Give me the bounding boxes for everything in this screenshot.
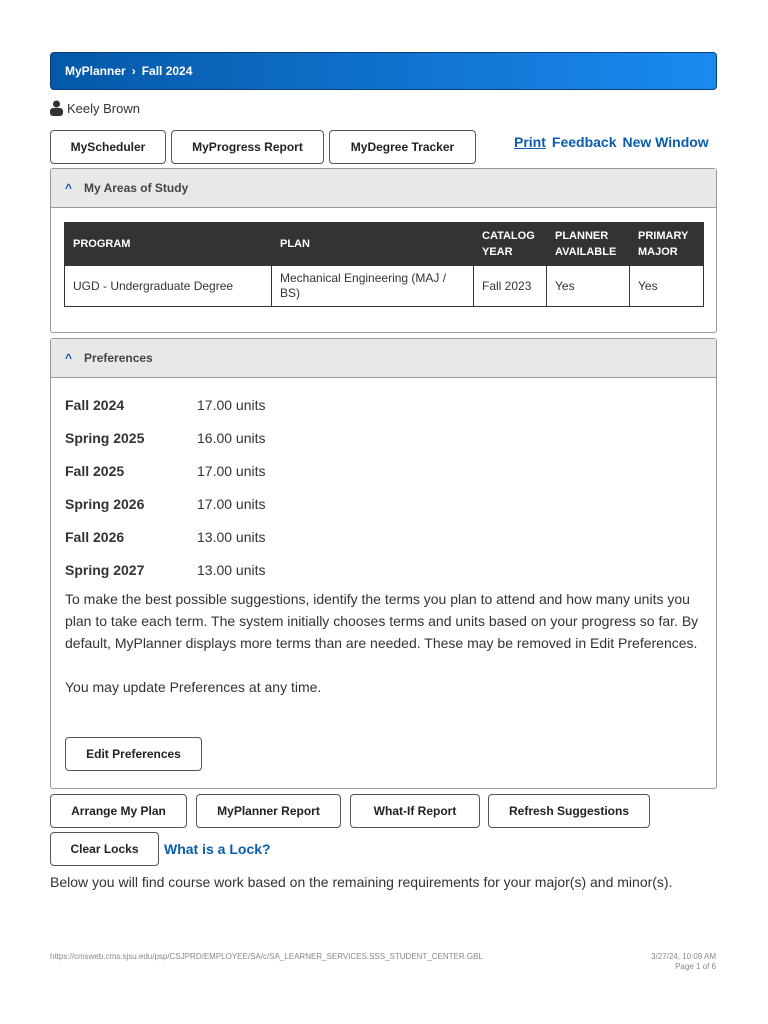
term-units: 16.00 units xyxy=(197,429,266,446)
user-info: Keely Brown xyxy=(50,100,140,116)
myplanner-report-button[interactable]: MyPlanner Report xyxy=(196,794,341,828)
table-header-row: PROGRAM PLAN CATALOG YEAR PLANNER AVAILA… xyxy=(64,222,704,266)
areas-of-study-header[interactable]: ^ My Areas of Study xyxy=(51,169,716,208)
cell-plan: Mechanical Engineering (MAJ / BS) xyxy=(271,265,474,307)
term-preference-row: Spring 2026 17.00 units xyxy=(51,487,716,520)
feedback-link[interactable]: Feedback xyxy=(552,134,617,150)
footer-datetime: 3/27/24, 10:09 AM xyxy=(651,952,716,961)
preferences-panel: ^ Preferences Fall 2024 17.00 units Spring… xyxy=(50,338,717,789)
user-name: Keely Brown xyxy=(67,100,140,116)
term-preference-row: Spring 2027 13.00 units xyxy=(51,553,716,586)
term-preference-row: Fall 2024 17.00 units xyxy=(51,388,716,421)
remaining-requirements-text: Below you will find course work based on… xyxy=(50,874,673,890)
mydegree-tracker-button[interactable]: MyDegree Tracker xyxy=(329,130,476,164)
term-preference-row: Spring 2025 16.00 units xyxy=(51,421,716,454)
term-name: Fall 2025 xyxy=(65,462,125,479)
col-plan: PLAN xyxy=(271,222,474,266)
col-planner-available: PLANNER AVAILABLE xyxy=(546,222,630,266)
chevron-up-icon: ^ xyxy=(65,351,73,365)
cell-primary-major: Yes xyxy=(629,265,704,307)
preferences-header[interactable]: ^ Preferences xyxy=(51,339,716,378)
areas-of-study-panel: ^ My Areas of Study PROGRAM PLAN CATALOG… xyxy=(50,168,717,333)
print-link[interactable]: Print xyxy=(514,134,546,150)
term-preference-row: Fall 2026 13.00 units xyxy=(51,520,716,553)
preferences-info: To make the best possible suggestions, i… xyxy=(65,591,699,651)
term-units: 13.00 units xyxy=(197,561,266,578)
cell-planner-available: Yes xyxy=(546,265,630,307)
term-name: Spring 2025 xyxy=(65,429,145,446)
term-name: Fall 2026 xyxy=(65,528,125,545)
chevron-up-icon: ^ xyxy=(65,181,73,195)
term-units: 17.00 units xyxy=(197,396,266,413)
arrange-my-plan-button[interactable]: Arrange My Plan xyxy=(50,794,187,828)
col-program: PROGRAM xyxy=(64,222,272,266)
col-catalog-year: CATALOG YEAR xyxy=(473,222,547,266)
what-is-a-lock-link[interactable]: What is a Lock? xyxy=(164,841,271,857)
chevron-right-icon: › xyxy=(131,64,136,78)
term-name: Spring 2027 xyxy=(65,561,145,578)
footer-page: Page 1 of 6 xyxy=(675,962,716,971)
cell-program: UGD - Undergraduate Degree xyxy=(64,265,272,307)
col-primary-major: PRIMARY MAJOR xyxy=(629,222,704,266)
myprogress-report-button[interactable]: MyProgress Report xyxy=(171,130,324,164)
preferences-title: Preferences xyxy=(84,351,153,365)
areas-table: PROGRAM PLAN CATALOG YEAR PLANNER AVAILA… xyxy=(64,222,704,307)
cell-catalog-year: Fall 2023 xyxy=(473,265,547,307)
what-if-report-button[interactable]: What-If Report xyxy=(350,794,480,828)
preferences-update-note: You may update Preferences at any time. xyxy=(65,679,322,695)
term-units: 17.00 units xyxy=(197,462,266,479)
term-name: Fall 2024 xyxy=(65,396,125,413)
term-units: 13.00 units xyxy=(197,528,266,545)
clear-locks-button[interactable]: Clear Locks xyxy=(50,832,159,866)
breadcrumb-myplanner[interactable]: MyPlanner xyxy=(65,64,126,78)
footer-url: https://cmsweb.cms.sjsu.edu/psp/CSJPRD/E… xyxy=(50,952,483,961)
refresh-suggestions-button[interactable]: Refresh Suggestions xyxy=(488,794,650,828)
term-name: Spring 2026 xyxy=(65,495,145,512)
header-links: Print Feedback New Window xyxy=(514,134,709,150)
myscheduler-button[interactable]: MyScheduler xyxy=(50,130,166,164)
edit-preferences-button[interactable]: Edit Preferences xyxy=(65,737,202,771)
breadcrumb-term: Fall 2024 xyxy=(141,64,193,78)
breadcrumb: MyPlanner › Fall 2024 xyxy=(50,52,717,90)
areas-of-study-title: My Areas of Study xyxy=(84,181,189,195)
term-preference-row: Fall 2025 17.00 units xyxy=(51,454,716,487)
new-window-link[interactable]: New Window xyxy=(622,134,708,150)
person-icon xyxy=(50,100,63,116)
table-row: UGD - Undergraduate Degree Mechanical En… xyxy=(64,265,704,307)
term-units: 17.00 units xyxy=(197,495,266,512)
